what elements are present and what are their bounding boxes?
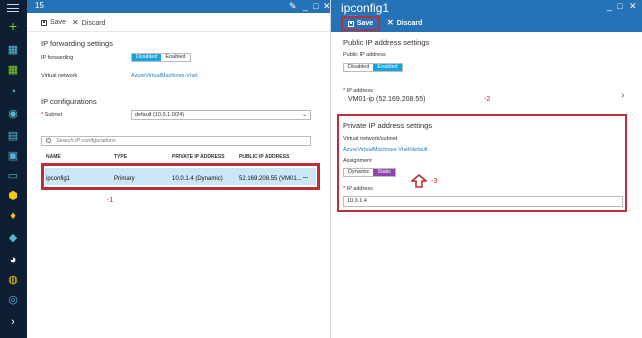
sql-icon[interactable]: ▤ [7, 130, 19, 142]
discard-label: Discard [81, 19, 106, 27]
assignment-static[interactable]: Static [373, 169, 396, 176]
ip-forwarding-settings-heading: IP forwarding settings [41, 39, 113, 48]
advisor-icon[interactable]: ♦ [7, 210, 19, 222]
close-icon[interactable]: ✕ [629, 1, 637, 11]
discard-icon: ✕ [72, 18, 79, 27]
assignment-dynamic[interactable]: Dynamic [344, 169, 373, 176]
save-icon [41, 19, 47, 26]
help-icon[interactable]: ◎ [7, 294, 19, 306]
save-button[interactable]: Save [41, 19, 66, 26]
azure-portal: + ▦ ▦ ◔ ◉ ▤ ▣ ▭ ⬢ ♦ ◆ ◕ ◍ ◎ › 15 ✎ _ □ ✕… [0, 0, 642, 338]
public-ip-settings-heading: Public IP address settings [343, 38, 430, 47]
private-ip-label: * IP address [343, 186, 373, 192]
right-blade-body: Public IP address settings Public IP add… [331, 32, 642, 338]
minimize-icon[interactable]: _ [303, 1, 308, 11]
search-placeholder: Search IP configurations [56, 138, 116, 144]
row-private-ip: 10.0.1.4 (Dynamic) [172, 176, 223, 182]
subnet-label: * Subnet [41, 112, 63, 118]
private-ip-value: 10.0.1.4 [347, 198, 367, 204]
public-ip-disabled[interactable]: Disabled [344, 64, 373, 71]
app-service-icon[interactable]: ◉ [7, 108, 19, 120]
pin-icon[interactable]: ✎ [289, 1, 297, 11]
col-name[interactable]: NAME [46, 154, 61, 160]
expand-chevron-icon[interactable]: › [7, 316, 19, 328]
ip-forwarding-label: IP forwarding [41, 55, 74, 61]
discard-button[interactable]: ✕ Discard [387, 19, 422, 27]
public-ip-enabled[interactable]: Enabled [373, 64, 402, 71]
maximize-icon[interactable]: □ [313, 1, 318, 11]
cloud-services-icon[interactable]: ▭ [7, 170, 19, 182]
ip-forwarding-disabled[interactable]: Disabled [132, 54, 162, 61]
ip-configurations-heading: IP configurations [41, 97, 97, 106]
row-name: ipconfig1 [46, 176, 71, 182]
vnet-subnet-link[interactable]: AzureVirtualMachines-Vnet/default [343, 147, 428, 153]
right-blade-header: ipconfig1 vm0113 _ □ ✕ Save ✕ Discard [331, 0, 642, 32]
discard-button[interactable]: ✕ Discard [72, 19, 105, 27]
recent-icon[interactable]: ◔ [7, 86, 19, 98]
assignment-toggle[interactable]: Dynamic Static [343, 168, 397, 177]
dashboard-icon[interactable]: ▦ [7, 44, 19, 56]
assignment-label: Assignment [343, 158, 372, 164]
left-blade-body: IP forwarding settings IP forwarding Dis… [27, 32, 330, 338]
minimize-icon[interactable]: _ [607, 1, 612, 11]
virtual-network-label: Virtual network [41, 73, 78, 79]
public-ip-label: Public IP address [343, 52, 386, 58]
monitor-icon[interactable]: ◕ [7, 254, 19, 266]
subnet-value: default (10.0.1.0/24) [135, 112, 185, 118]
subnet-select[interactable]: default (10.0.1.0/24) ⌄ [131, 110, 311, 120]
left-blade-header: 15 ✎ _ □ ✕ [27, 0, 331, 13]
cost-icon[interactable]: ◍ [7, 274, 19, 286]
row-public-ip: 52.169.208.55 (VM01... [239, 176, 302, 182]
ip-forwarding-enabled[interactable]: Enabled [161, 54, 189, 61]
search-icon [46, 138, 51, 143]
save-label: Save [356, 20, 374, 27]
maximize-icon[interactable]: □ [617, 1, 622, 11]
callout-2: -2 [484, 96, 491, 103]
networking-icon[interactable]: ◆ [7, 232, 19, 244]
security-icon[interactable]: ⬢ [7, 190, 19, 202]
public-ip-toggle[interactable]: Disabled Enabled [343, 63, 403, 72]
private-ip-settings-heading: Private IP address settings [343, 121, 433, 130]
new-plus-icon[interactable]: + [7, 19, 19, 33]
chevron-right-icon[interactable]: › [621, 90, 624, 101]
callout-1: -1 [107, 197, 114, 204]
left-toolbar: Save ✕ Discard [27, 13, 330, 32]
col-private-ip[interactable]: PRIVATE IP ADDRESS [172, 154, 225, 160]
callout-3: -3 [431, 178, 438, 185]
row-type: Primary [114, 176, 135, 182]
row-more-button[interactable]: ... [303, 174, 308, 180]
discard-label: Discard [396, 19, 423, 27]
chevron-down-icon: ⌄ [301, 112, 307, 118]
vnet-subnet-label: Virtual network/subnet [343, 136, 398, 142]
ip-address-value[interactable]: VM01-ip (52.169.208.55) [348, 96, 425, 103]
blade-title: ipconfig1 [341, 1, 390, 15]
up-arrow-annotation [411, 174, 427, 188]
search-ip-configurations-input[interactable]: Search IP configurations [41, 136, 311, 146]
left-icon-rail: + ▦ ▦ ◔ ◉ ▤ ▣ ▭ ⬢ ♦ ◆ ◕ ◍ ◎ › [0, 0, 27, 338]
blade-number: 15 [35, 1, 44, 10]
ip-forwarding-toggle[interactable]: Disabled Enabled [131, 53, 191, 62]
discard-icon: ✕ [387, 18, 394, 27]
virtual-machines-icon[interactable]: ▣ [7, 150, 19, 162]
save-label: Save [50, 19, 66, 26]
menu-icon[interactable] [7, 4, 19, 12]
ip-address-label: * IP address [343, 88, 373, 94]
col-type[interactable]: TYPE [114, 154, 127, 160]
table-row[interactable]: ipconfig1 Primary 10.0.1.4 (Dynamic) 52.… [41, 163, 320, 190]
save-button[interactable]: Save [341, 16, 380, 31]
private-ip-input[interactable]: 10.0.1.4 [343, 196, 623, 207]
virtual-network-link[interactable]: AzureVirtualMachines-Vnet [131, 73, 198, 79]
col-public-ip[interactable]: PUBLIC IP ADDRESS [239, 154, 289, 160]
all-resources-icon[interactable]: ▦ [7, 64, 19, 76]
save-icon [347, 20, 354, 27]
private-ip-settings-box: Private IP address settings Virtual netw… [337, 114, 627, 212]
